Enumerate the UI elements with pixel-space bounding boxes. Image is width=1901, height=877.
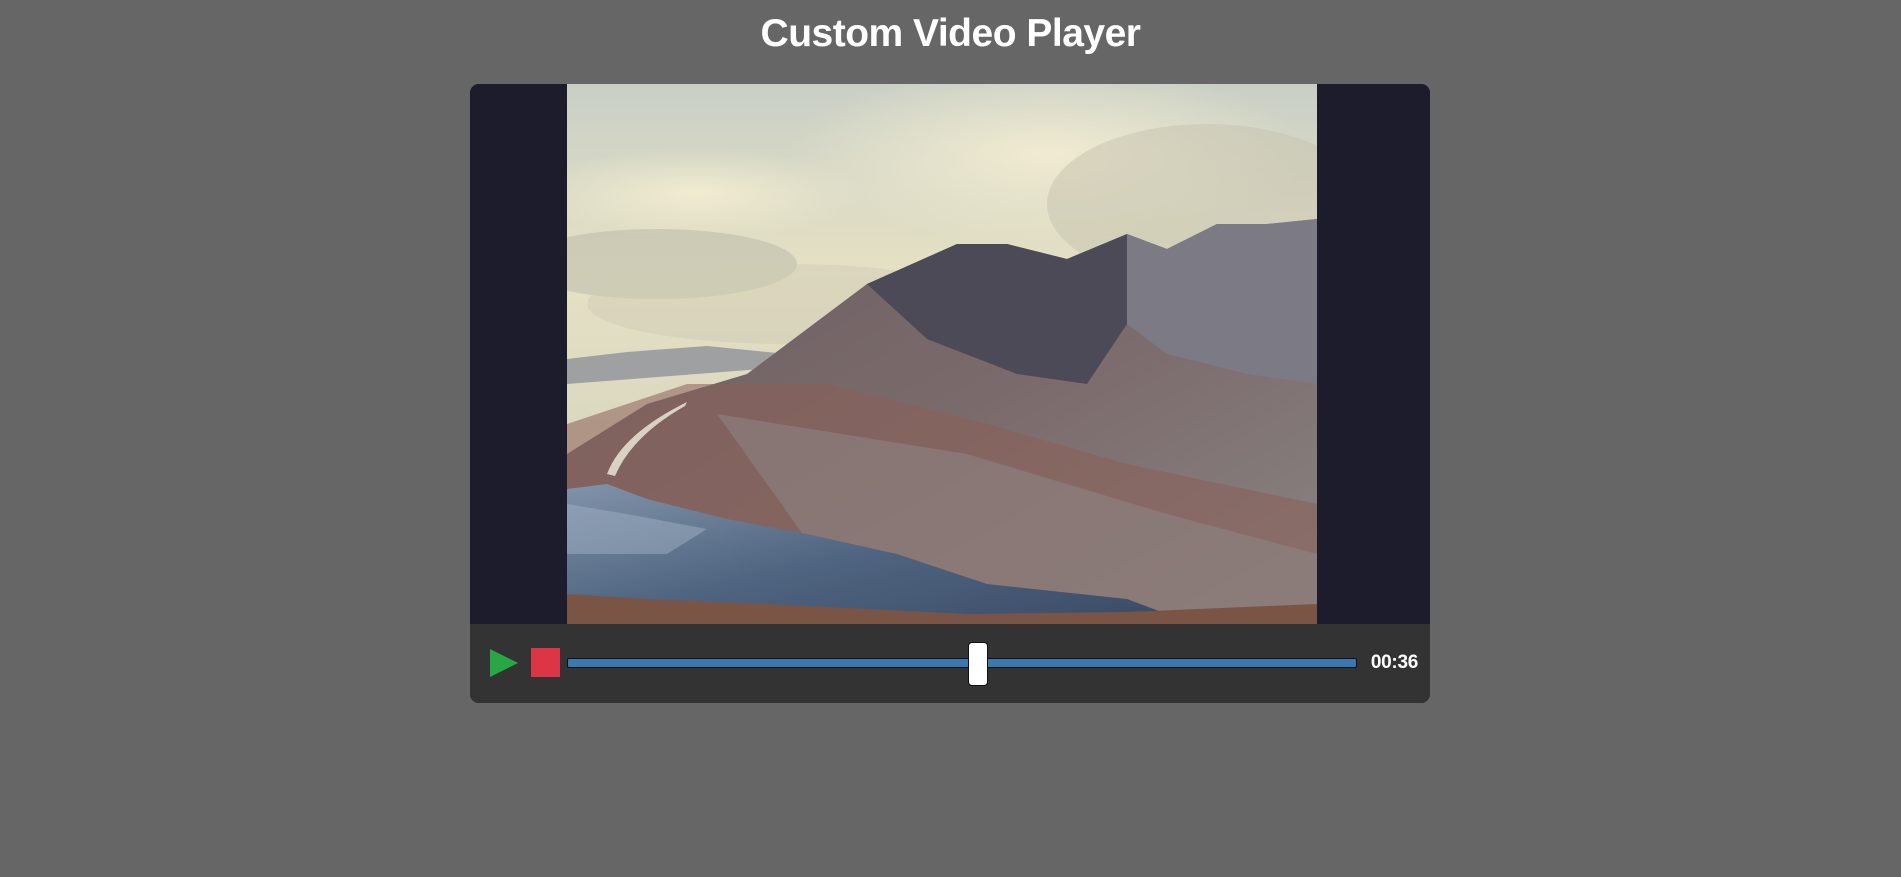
play-button[interactable] <box>488 647 520 679</box>
video-player: 00:36 <box>470 84 1430 703</box>
time-display: 00:36 <box>1370 652 1418 673</box>
progress-thumb[interactable] <box>967 642 988 686</box>
progress-bar[interactable] <box>567 658 1357 668</box>
video-frame-image <box>567 84 1317 624</box>
play-icon <box>490 649 518 677</box>
page-title: Custom Video Player <box>760 12 1141 55</box>
stop-button[interactable] <box>531 648 560 677</box>
video-frame[interactable] <box>567 84 1317 624</box>
video-area[interactable] <box>470 84 1430 624</box>
video-controls: 00:36 <box>470 624 1430 703</box>
